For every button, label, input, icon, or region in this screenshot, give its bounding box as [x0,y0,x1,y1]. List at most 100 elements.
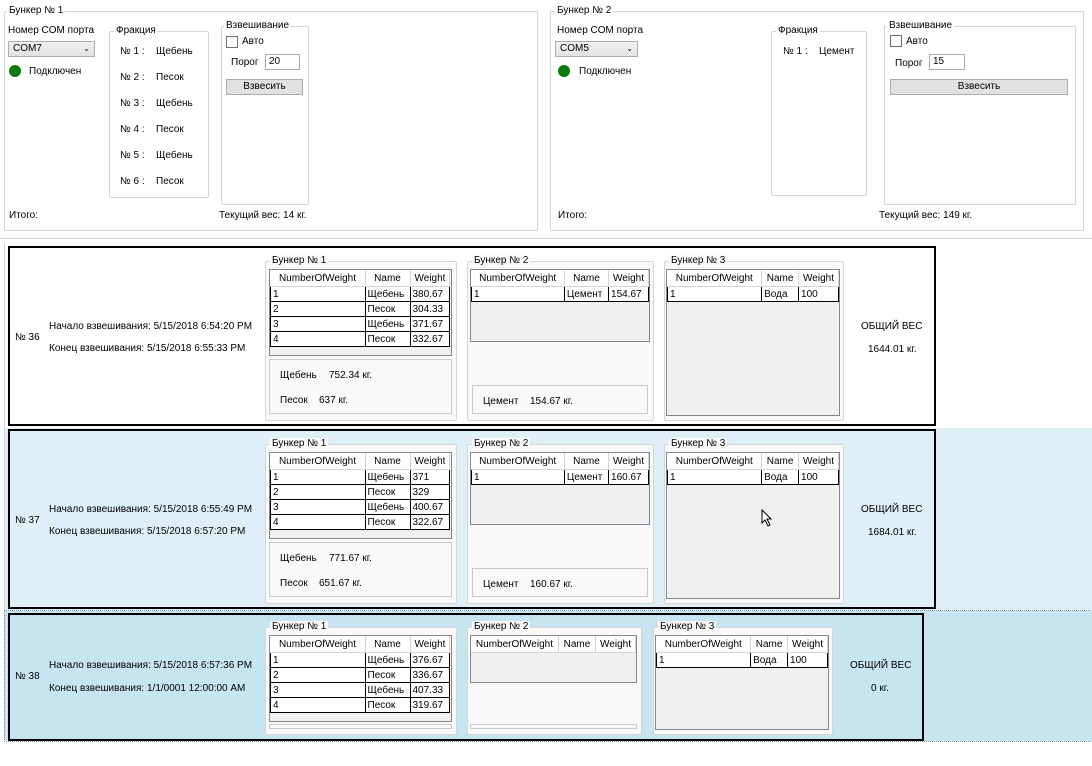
bunker2-total-label: Итого: [558,210,587,221]
bunker2-auto-checkbox[interactable] [890,35,902,47]
table-cell: 154.67 [608,286,649,302]
sum-value: 160.67 кг. [530,579,573,590]
col-header: Weight [595,636,636,653]
table-cell: Щебень [364,499,411,515]
record-bunker1-summary: Щебень 752.34 кг. Песок 637 кг. [269,359,452,414]
bunker1-com-select[interactable]: COM7 ⌄ [8,41,95,57]
bunker2-weigh-title: Взвешивание [887,20,955,32]
sum-name: Песок [280,578,308,589]
table-cell: 319.67 [409,697,451,713]
record-end: Конец взвешивания: 5/15/2018 6:57:20 PM [49,526,246,537]
table-row: 1 Цемент 154.67 [471,286,649,302]
record-total-value: 0 кг. [871,683,889,694]
bunker1-com-value: COM7 [13,43,42,54]
table-cell: Песок [364,667,411,683]
col-header: NumberOfWeight [270,453,366,470]
record-bunker2-summary: Цемент 154.67 кг. [472,385,648,414]
col-header: NumberOfWeight [471,270,565,287]
col-header: Name [558,636,597,653]
record-start: Начало взвешивания: 5/15/2018 6:54:20 PM [49,321,253,332]
table-cell: 1 [270,652,366,668]
fraction-item: № 2 : Песок [120,72,184,83]
bunker1-auto-checkbox[interactable] [226,36,238,48]
record-bunker1-grid[interactable]: NumberOfWeight Name Weight 1 Щебень 371 2 Пес… [269,452,452,539]
record-bunker1-grid[interactable]: NumberOfWeight Name Weight 1 Щебень 380.67 2… [269,269,452,356]
record-bunker2-grid[interactable]: NumberOfWeight Name Weight 1 Цемент 160.67 [470,452,650,525]
table-row: 2 Песок 329 [270,484,451,500]
table-cell: 4 [270,514,366,530]
col-header: Name [564,270,610,287]
table-cell: 336.67 [409,667,451,683]
bunker2-weigh-button[interactable]: Взвесить [890,79,1068,95]
bunker1-threshold-input[interactable]: 20 [265,54,300,70]
bunker2-com-select[interactable]: COM5 ⌄ [555,41,638,57]
bunker2-threshold-input[interactable]: 15 [929,54,965,70]
bunker2-status: Подключен [579,66,632,77]
table-row: 1 Щебень 376.67 [270,652,451,668]
table-cell: 3 [270,682,366,698]
table-cell: 1 [270,469,366,485]
divider [0,238,1092,239]
bunker2-fraction-title: Фракция [776,25,820,37]
record-bunker-title: Бункер № 2 [472,438,531,450]
sum-name: Щебень [280,370,317,381]
record-total-value: 1684.01 кг. [868,527,917,538]
table-cell: 100 [787,652,828,668]
bunker2-auto-label: Авто [906,36,928,47]
record-total-label: ОБЩИЙ ВЕС [861,321,923,332]
table-cell: Щебень [364,286,411,302]
fraction-name: Щебень [156,98,193,109]
table-row: 4 Песок 322.67 [270,514,451,530]
record-bunker-title: Бункер № 1 [270,438,329,450]
col-header: Weight [787,636,828,653]
fraction-name: Щебень [156,46,193,57]
bunker2-title: Бункер № 2 [555,5,614,17]
col-header: NumberOfWeight [471,636,559,653]
col-header: Weight [608,453,649,470]
record-bunker2-grid[interactable]: NumberOfWeight Name Weight [470,635,637,683]
table-cell: 380.67 [409,286,451,302]
sum-name: Щебень [280,553,317,564]
table-cell: Песок [364,697,411,713]
record-bunker3-grid[interactable]: NumberOfWeight Name Weight 1 Вода 100 [655,635,829,730]
col-header: NumberOfWeight [270,270,366,287]
table-cell: Цемент [563,469,610,485]
table-row: 3 Щебень 407.33 [270,682,451,698]
fraction-no: № 1 : [783,46,808,57]
table-cell: 3 [270,499,366,515]
table-cell: Щебень [364,652,411,668]
connected-indicator-icon [558,65,570,77]
table-cell: Вода [761,286,800,302]
record-bunker1-summary: Щебень 771.67 кг. Песок 651.67 кг. [269,542,452,597]
table-cell: 4 [270,697,366,713]
col-header: Weight [410,636,451,653]
table-row: 4 Песок 332.67 [270,331,451,347]
record-total-value: 1644.01 кг. [868,344,917,355]
table-row: 4 Песок 319.67 [270,697,451,713]
table-cell: 1 [471,286,565,302]
record-bunker2-grid[interactable]: NumberOfWeight Name Weight 1 Цемент 154.67 [470,269,650,342]
col-header: Weight [410,453,451,470]
table-cell: 322.67 [409,514,451,530]
fraction-name: Песок [156,176,184,187]
sum-name: Песок [280,395,308,406]
record-bunker3-grid[interactable]: NumberOfWeight Name Weight 1 Вода 100 [666,269,840,416]
record-number: № 37 [15,515,40,526]
table-row: 2 Песок 304.33 [270,301,451,317]
table-cell: 4 [270,331,366,347]
col-header: Name [365,636,411,653]
fraction-no: № 4 : [120,124,145,135]
record-bunker-title: Бункер № 3 [669,255,728,267]
bunker1-weigh-button[interactable]: Взвесить [226,79,303,95]
table-cell: 329 [409,484,451,500]
sum-name: Цемент [483,579,519,590]
col-header: Name [761,270,800,287]
table-cell: Щебень [364,469,411,485]
fraction-no: № 5 : [120,150,145,161]
fraction-item: № 3 : Щебень [120,98,193,109]
bunker2-current-weight: Текущий вес: 149 кг. [879,210,973,221]
sum-value: 771.67 кг. [329,553,372,564]
fraction-no: № 2 : [120,72,145,83]
record-bunker3-grid[interactable]: NumberOfWeight Name Weight 1 Вода 100 [666,452,840,599]
record-bunker1-grid[interactable]: NumberOfWeight Name Weight 1 Щебень 376.67 2… [269,635,452,722]
